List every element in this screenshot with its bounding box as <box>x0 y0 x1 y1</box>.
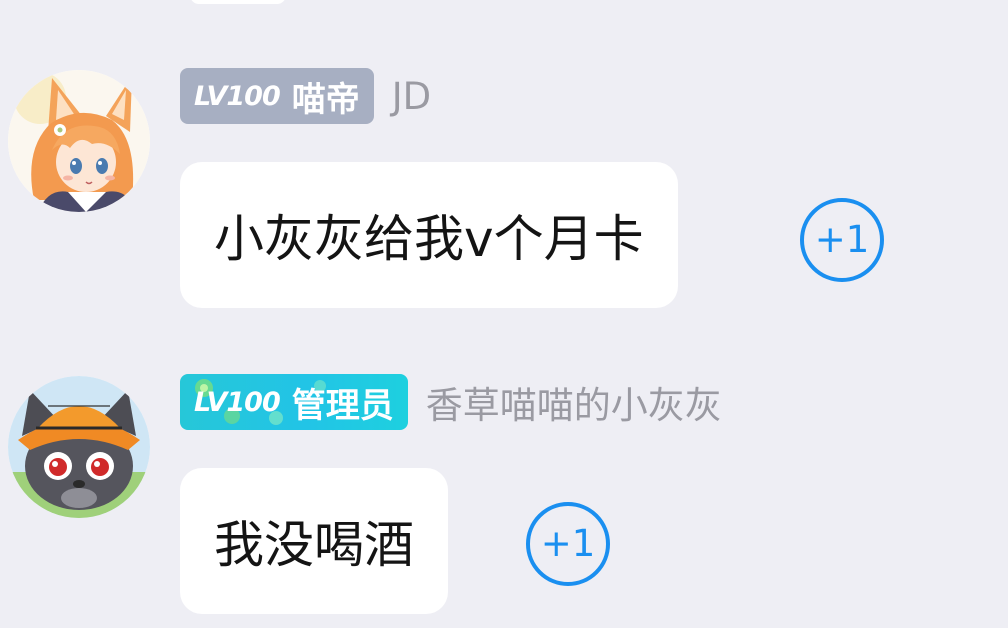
level-badge[interactable]: LV100 喵帝 <box>180 68 374 124</box>
message-text: 小灰灰给我v个月卡 <box>214 210 644 268</box>
sender-info: LV100 管理员 香草喵喵的小灰灰 <box>180 374 722 430</box>
plus-one-button[interactable]: +1 <box>800 198 884 282</box>
avatar[interactable] <box>8 376 150 518</box>
plus-one-label: +1 <box>540 521 596 565</box>
badge-title: 喵帝 <box>291 79 360 120</box>
avatar-gray-wolf-image <box>8 376 150 518</box>
chat-message: LV100 管理员 香草喵喵的小灰灰 我没喝酒 +1 <box>0 368 1008 628</box>
avatar[interactable] <box>8 70 150 212</box>
avatar-fox-girl-image <box>8 70 150 212</box>
message-bubble[interactable]: 我没喝酒 <box>180 468 448 614</box>
sender-info: LV100 喵帝 JD <box>180 68 431 124</box>
message-bubble[interactable]: 小灰灰给我v个月卡 <box>180 162 678 308</box>
username[interactable]: 香草喵喵的小灰灰 <box>426 375 722 429</box>
message-text: 我没喝酒 <box>214 516 414 574</box>
username[interactable]: JD <box>392 75 431 118</box>
chat-message: LV100 喵帝 JD 小灰灰给我v个月卡 +1 <box>0 62 1008 322</box>
badge-title: 管理员 <box>291 385 394 426</box>
previous-message-bubble <box>190 0 286 4</box>
plus-one-button[interactable]: +1 <box>526 502 610 586</box>
admin-badge[interactable]: LV100 管理员 <box>180 374 408 430</box>
plus-one-label: +1 <box>814 217 870 261</box>
badge-level: LV100 <box>194 386 281 418</box>
badge-level: LV100 <box>194 80 281 112</box>
